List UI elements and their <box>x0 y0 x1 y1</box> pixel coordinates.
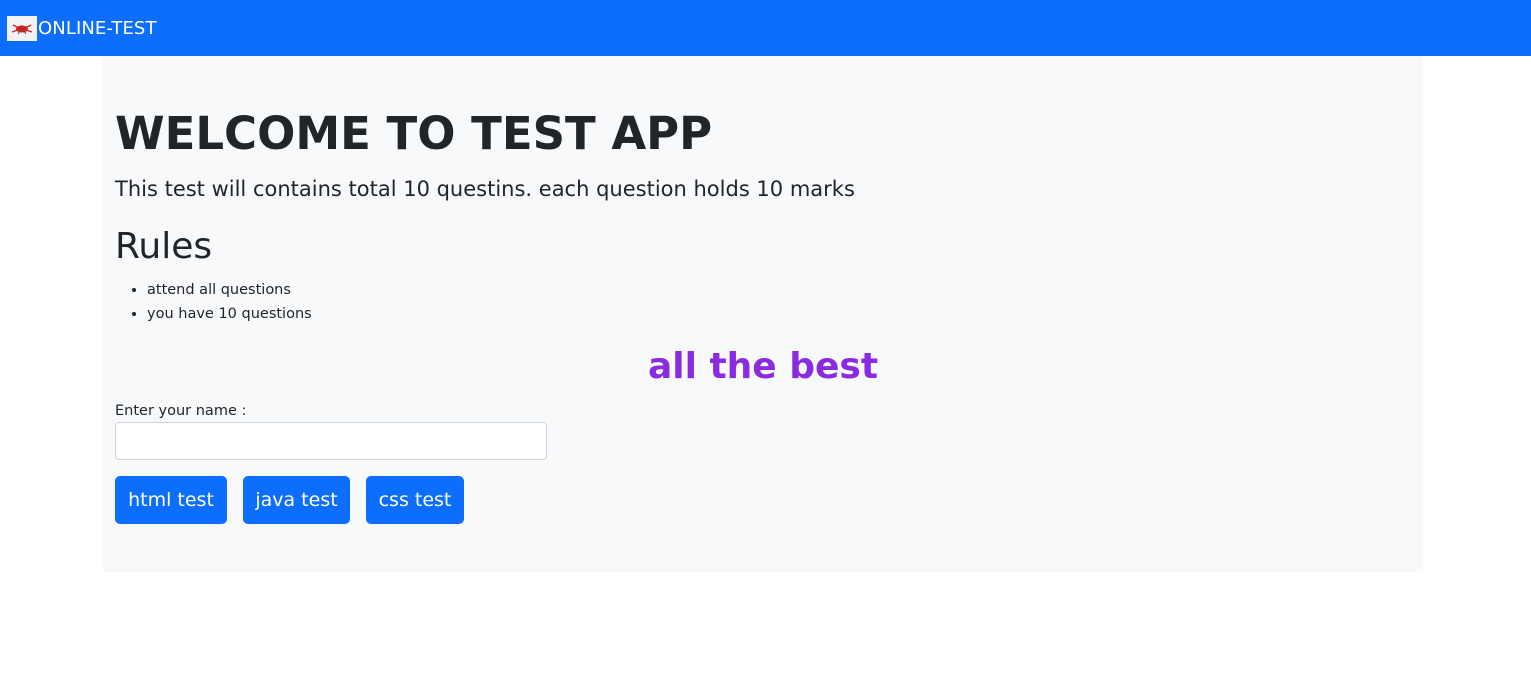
brand-text: ONLINE-TEST <box>38 17 157 39</box>
bug-logo-icon <box>7 15 37 41</box>
rules-heading: Rules <box>115 226 213 267</box>
brand-link[interactable]: ONLINE-TEST <box>7 15 157 41</box>
css-test-button[interactable]: css test <box>366 476 464 524</box>
name-label: Enter your name : <box>115 403 247 419</box>
rules-list: attend all questions you have 10 questio… <box>115 278 312 326</box>
test-description: This test will contains total 10 questin… <box>115 177 855 201</box>
html-test-button[interactable]: html test <box>115 476 227 524</box>
navbar: ONLINE-TEST <box>0 0 1531 56</box>
good-luck-message: all the best <box>647 346 879 387</box>
name-input[interactable] <box>115 422 547 460</box>
page-title: WELCOME TO TEST APP <box>115 107 713 160</box>
welcome-panel: WELCOME TO TEST APP This test will conta… <box>103 56 1423 572</box>
list-item: attend all questions <box>147 278 312 302</box>
java-test-button[interactable]: java test <box>243 476 350 524</box>
list-item: you have 10 questions <box>147 302 312 326</box>
